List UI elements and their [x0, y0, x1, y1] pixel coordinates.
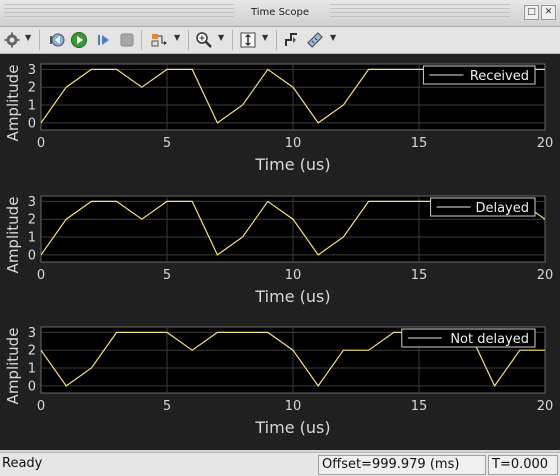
- chevron-down-icon[interactable]: ▼: [262, 33, 268, 42]
- x-tick-label: 10: [285, 399, 302, 414]
- axes-2: 0 5 10 15 20 0 1 2 3 Time (us) Amplitude Delayed: [4, 195, 554, 306]
- y-tick-label: 2: [28, 213, 36, 228]
- signal-select-icon[interactable]: [148, 30, 170, 50]
- x-tick-label: 0: [37, 399, 45, 414]
- x-tick-label: 20: [537, 268, 554, 283]
- run-icon[interactable]: [68, 30, 90, 50]
- x-tick-label: 5: [163, 268, 171, 283]
- legend-label: Delayed: [475, 201, 529, 216]
- y-tick-label: 3: [28, 63, 36, 78]
- y-tick-label: 3: [28, 326, 36, 341]
- x-tick-label: 10: [285, 136, 302, 151]
- y-tick-label: 0: [28, 379, 36, 394]
- x-tick-label: 0: [37, 136, 45, 151]
- legend-label: Not delayed: [450, 332, 529, 347]
- y-tick-label: 0: [28, 116, 36, 131]
- zoom-in-icon[interactable]: [194, 30, 214, 50]
- chevron-down-icon[interactable]: ▼: [174, 33, 180, 42]
- axes-1: 0 5 10 15 20 0 1 2 3 Time (us) Amplitude Received: [4, 63, 554, 174]
- y-tick-label: 2: [28, 344, 36, 359]
- scale-axes-icon[interactable]: [238, 30, 258, 50]
- status-offset: Offset=999.979 (ms): [318, 455, 486, 475]
- gear-icon[interactable]: [2, 30, 22, 50]
- chevron-down-icon[interactable]: ▼: [330, 33, 336, 42]
- status-state: Ready: [2, 456, 43, 471]
- x-tick-label: 15: [411, 399, 428, 414]
- y-tick-label: 0: [28, 248, 36, 263]
- x-axis-label: Time (us): [254, 418, 330, 437]
- y-tick-label: 1: [28, 99, 36, 114]
- toolbar-separator: [232, 30, 233, 50]
- y-tick-label: 2: [28, 81, 36, 96]
- x-tick-label: 10: [285, 268, 302, 283]
- window-title: Time Scope: [250, 7, 310, 18]
- window-titlebar[interactable]: Time Scope □ ✕: [0, 0, 560, 27]
- chevron-down-icon[interactable]: ▼: [25, 33, 31, 42]
- scope-plots[interactable]: 0 5 10 15 200123Time (us)Amplitude Received0 5…: [0, 54, 560, 450]
- x-tick-label: 5: [163, 136, 171, 151]
- x-axis-label: Time (us): [254, 155, 330, 174]
- toolbar: ▼ ▼ ▼ ▼ ▼: [0, 27, 560, 54]
- step-back-icon[interactable]: [46, 30, 68, 50]
- x-tick-label: 20: [537, 399, 554, 414]
- y-tick-label: 1: [28, 362, 36, 377]
- y-axis-label: Amplitude: [4, 328, 22, 405]
- triggers-icon[interactable]: [282, 30, 302, 50]
- step-forward-icon[interactable]: [92, 30, 114, 50]
- y-axis-label: Amplitude: [4, 197, 22, 274]
- measurements-icon[interactable]: [304, 30, 326, 50]
- restore-window-button[interactable]: □: [524, 5, 539, 20]
- x-axis-label: Time (us): [254, 287, 330, 306]
- scope-display: 0 5 10 15 20 0 1 2 3 Time (us) Amplitude Received 0 5…: [0, 54, 560, 450]
- x-tick-label: 5: [163, 399, 171, 414]
- legend-label: Received: [470, 69, 529, 84]
- status-time: T=0.000: [488, 455, 558, 475]
- stop-icon[interactable]: [117, 30, 137, 50]
- x-tick-label: 15: [411, 136, 428, 151]
- chevron-down-icon[interactable]: ▼: [218, 33, 224, 42]
- toolbar-separator: [276, 30, 277, 50]
- axes-3: 0 5 10 15 20 0 1 2 3 Time (us) Amplitude Not delaye…: [4, 326, 554, 437]
- x-tick-label: 20: [537, 136, 554, 151]
- y-axis-label: Amplitude: [4, 65, 22, 142]
- y-tick-label: 1: [28, 231, 36, 246]
- status-bar: Ready Offset=999.979 (ms) T=0.000: [0, 452, 560, 476]
- toolbar-separator: [188, 30, 189, 50]
- toolbar-separator: [141, 30, 142, 50]
- toolbar-separator: [39, 30, 40, 50]
- x-tick-label: 0: [37, 268, 45, 283]
- close-window-button[interactable]: ✕: [541, 5, 556, 20]
- y-tick-label: 3: [28, 195, 36, 210]
- x-tick-label: 15: [411, 268, 428, 283]
